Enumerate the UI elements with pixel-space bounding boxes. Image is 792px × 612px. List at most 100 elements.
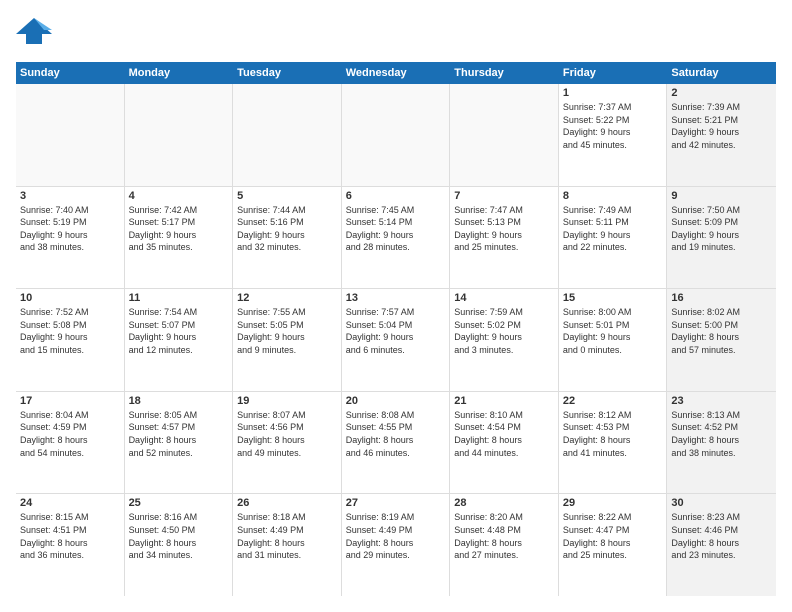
day-detail: Sunrise: 7:37 AM Sunset: 5:22 PM Dayligh… [563,101,663,151]
day-number: 19 [237,395,337,407]
day-number: 28 [454,497,554,509]
day-detail: Sunrise: 8:15 AM Sunset: 4:51 PM Dayligh… [20,511,120,561]
header-day-wednesday: Wednesday [342,62,451,84]
header-day-monday: Monday [125,62,234,84]
day-cell-23: 23 Sunrise: 8:13 AM Sunset: 4:52 PM Dayli… [667,392,776,494]
day-number: 12 [237,292,337,304]
day-number: 8 [563,190,663,202]
header-day-friday: Friday [559,62,668,84]
day-cell-17: 17 Sunrise: 8:04 AM Sunset: 4:59 PM Dayli… [16,392,125,494]
calendar-header: SundayMondayTuesdayWednesdayThursdayFrid… [16,62,776,84]
day-cell-1: 1 Sunrise: 7:37 AM Sunset: 5:22 PM Daylig… [559,84,668,186]
day-detail: Sunrise: 8:23 AM Sunset: 4:46 PM Dayligh… [671,511,772,561]
empty-cell [125,84,234,186]
day-detail: Sunrise: 8:20 AM Sunset: 4:48 PM Dayligh… [454,511,554,561]
day-detail: Sunrise: 8:02 AM Sunset: 5:00 PM Dayligh… [671,306,772,356]
day-detail: Sunrise: 7:47 AM Sunset: 5:13 PM Dayligh… [454,204,554,254]
day-number: 23 [671,395,772,407]
day-cell-19: 19 Sunrise: 8:07 AM Sunset: 4:56 PM Dayli… [233,392,342,494]
day-detail: Sunrise: 7:54 AM Sunset: 5:07 PM Dayligh… [129,306,229,356]
day-detail: Sunrise: 8:04 AM Sunset: 4:59 PM Dayligh… [20,409,120,459]
day-number: 4 [129,190,229,202]
day-cell-20: 20 Sunrise: 8:08 AM Sunset: 4:55 PM Dayli… [342,392,451,494]
day-number: 10 [20,292,120,304]
day-cell-16: 16 Sunrise: 8:02 AM Sunset: 5:00 PM Dayli… [667,289,776,391]
calendar: SundayMondayTuesdayWednesdayThursdayFrid… [16,62,776,596]
day-number: 14 [454,292,554,304]
header-day-thursday: Thursday [450,62,559,84]
day-number: 20 [346,395,446,407]
day-cell-22: 22 Sunrise: 8:12 AM Sunset: 4:53 PM Dayli… [559,392,668,494]
day-cell-3: 3 Sunrise: 7:40 AM Sunset: 5:19 PM Daylig… [16,187,125,289]
page: SundayMondayTuesdayWednesdayThursdayFrid… [0,0,792,612]
day-detail: Sunrise: 7:39 AM Sunset: 5:21 PM Dayligh… [671,101,772,151]
day-detail: Sunrise: 8:10 AM Sunset: 4:54 PM Dayligh… [454,409,554,459]
day-cell-5: 5 Sunrise: 7:44 AM Sunset: 5:16 PM Daylig… [233,187,342,289]
day-cell-30: 30Sunrise: 8:23 AM Sunset: 4:46 PM Dayli… [667,494,776,596]
day-cell-26: 26 Sunrise: 8:18 AM Sunset: 4:49 PM Dayli… [233,494,342,596]
day-cell-13: 13 Sunrise: 7:57 AM Sunset: 5:04 PM Dayli… [342,289,451,391]
day-number: 1 [563,87,663,99]
day-number: 22 [563,395,663,407]
calendar-row-2: 10Sunrise: 7:52 AM Sunset: 5:08 PM Dayli… [16,289,776,392]
day-cell-28: 28 Sunrise: 8:20 AM Sunset: 4:48 PM Dayli… [450,494,559,596]
day-number: 13 [346,292,446,304]
day-detail: Sunrise: 8:22 AM Sunset: 4:47 PM Dayligh… [563,511,663,561]
day-detail: Sunrise: 7:44 AM Sunset: 5:16 PM Dayligh… [237,204,337,254]
day-detail: Sunrise: 8:07 AM Sunset: 4:56 PM Dayligh… [237,409,337,459]
day-detail: Sunrise: 8:16 AM Sunset: 4:50 PM Dayligh… [129,511,229,561]
day-cell-4: 4 Sunrise: 7:42 AM Sunset: 5:17 PM Daylig… [125,187,234,289]
day-cell-24: 24 Sunrise: 8:15 AM Sunset: 4:51 PM Dayli… [16,494,125,596]
day-number: 16 [671,292,772,304]
calendar-row-0: 1 Sunrise: 7:37 AM Sunset: 5:22 PM Daylig… [16,84,776,187]
day-cell-12: 12Sunrise: 7:55 AM Sunset: 5:05 PM Dayli… [233,289,342,391]
day-cell-7: 7 Sunrise: 7:47 AM Sunset: 5:13 PM Daylig… [450,187,559,289]
day-number: 5 [237,190,337,202]
day-number: 27 [346,497,446,509]
header-day-sunday: Sunday [16,62,125,84]
day-detail: Sunrise: 7:40 AM Sunset: 5:19 PM Dayligh… [20,204,120,254]
day-number: 26 [237,497,337,509]
day-cell-11: 11 Sunrise: 7:54 AM Sunset: 5:07 PM Dayli… [125,289,234,391]
empty-cell [342,84,451,186]
day-number: 25 [129,497,229,509]
day-cell-21: 21 Sunrise: 8:10 AM Sunset: 4:54 PM Dayli… [450,392,559,494]
day-detail: Sunrise: 7:50 AM Sunset: 5:09 PM Dayligh… [671,204,772,254]
empty-cell [233,84,342,186]
calendar-body: 1 Sunrise: 7:37 AM Sunset: 5:22 PM Daylig… [16,84,776,596]
day-detail: Sunrise: 7:57 AM Sunset: 5:04 PM Dayligh… [346,306,446,356]
day-cell-6: 6Sunrise: 7:45 AM Sunset: 5:14 PM Daylig… [342,187,451,289]
logo-bird-icon [16,16,52,52]
day-number: 15 [563,292,663,304]
day-cell-15: 15 Sunrise: 8:00 AM Sunset: 5:01 PM Dayli… [559,289,668,391]
day-cell-27: 27Sunrise: 8:19 AM Sunset: 4:49 PM Dayli… [342,494,451,596]
empty-cell [450,84,559,186]
day-cell-9: 9 Sunrise: 7:50 AM Sunset: 5:09 PM Daylig… [667,187,776,289]
day-detail: Sunrise: 7:42 AM Sunset: 5:17 PM Dayligh… [129,204,229,254]
header-day-tuesday: Tuesday [233,62,342,84]
day-number: 24 [20,497,120,509]
day-cell-10: 10Sunrise: 7:52 AM Sunset: 5:08 PM Dayli… [16,289,125,391]
day-number: 21 [454,395,554,407]
day-number: 9 [671,190,772,202]
day-number: 2 [671,87,772,99]
logo [16,16,56,52]
day-number: 6 [346,190,446,202]
calendar-row-4: 24 Sunrise: 8:15 AM Sunset: 4:51 PM Dayli… [16,494,776,596]
empty-cell [16,84,125,186]
day-detail: Sunrise: 8:08 AM Sunset: 4:55 PM Dayligh… [346,409,446,459]
day-cell-14: 14Sunrise: 7:59 AM Sunset: 5:02 PM Dayli… [450,289,559,391]
day-number: 3 [20,190,120,202]
day-detail: Sunrise: 8:18 AM Sunset: 4:49 PM Dayligh… [237,511,337,561]
day-number: 17 [20,395,120,407]
day-detail: Sunrise: 7:49 AM Sunset: 5:11 PM Dayligh… [563,204,663,254]
day-detail: Sunrise: 8:12 AM Sunset: 4:53 PM Dayligh… [563,409,663,459]
day-number: 7 [454,190,554,202]
day-detail: Sunrise: 8:00 AM Sunset: 5:01 PM Dayligh… [563,306,663,356]
day-cell-8: 8 Sunrise: 7:49 AM Sunset: 5:11 PM Daylig… [559,187,668,289]
day-number: 11 [129,292,229,304]
day-cell-29: 29Sunrise: 8:22 AM Sunset: 4:47 PM Dayli… [559,494,668,596]
day-detail: Sunrise: 8:05 AM Sunset: 4:57 PM Dayligh… [129,409,229,459]
calendar-row-1: 3 Sunrise: 7:40 AM Sunset: 5:19 PM Daylig… [16,187,776,290]
day-detail: Sunrise: 8:13 AM Sunset: 4:52 PM Dayligh… [671,409,772,459]
